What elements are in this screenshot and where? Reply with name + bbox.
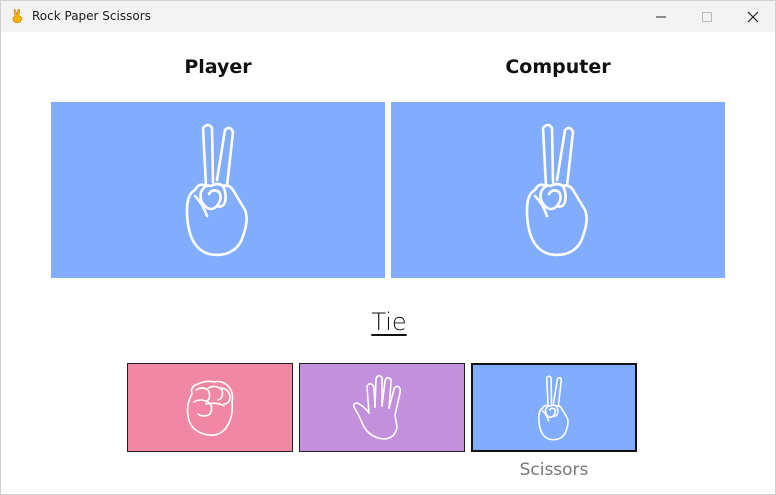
scissors-hover-label: Scissors	[519, 460, 589, 480]
computer-heading: Computer	[505, 56, 611, 78]
victory-hand-emoji-icon	[12, 8, 22, 24]
minimize-icon	[656, 16, 666, 17]
player-heading: Player	[184, 56, 252, 78]
open-hand-icon	[353, 374, 402, 440]
maximize-button[interactable]	[684, 1, 730, 32]
player-choice-panel	[51, 102, 385, 278]
result-text: Tie	[371, 308, 407, 336]
fist-icon	[186, 380, 234, 436]
minimize-button[interactable]	[638, 1, 684, 32]
window-title: Rock Paper Scissors	[32, 9, 151, 23]
rock-button[interactable]	[127, 363, 293, 452]
app-window: Rock Paper Scissors Player Computer Tie …	[0, 0, 776, 495]
close-icon	[747, 11, 759, 22]
scissors-button[interactable]	[471, 363, 637, 452]
computer-choice-panel	[391, 102, 725, 278]
victory-hand-icon	[525, 123, 588, 257]
victory-hand-icon	[538, 374, 569, 440]
title-bar[interactable]: Rock Paper Scissors	[1, 1, 775, 32]
paper-button[interactable]	[299, 363, 465, 452]
close-button[interactable]	[730, 1, 776, 32]
victory-hand-icon	[185, 123, 248, 257]
maximize-icon	[702, 11, 712, 22]
